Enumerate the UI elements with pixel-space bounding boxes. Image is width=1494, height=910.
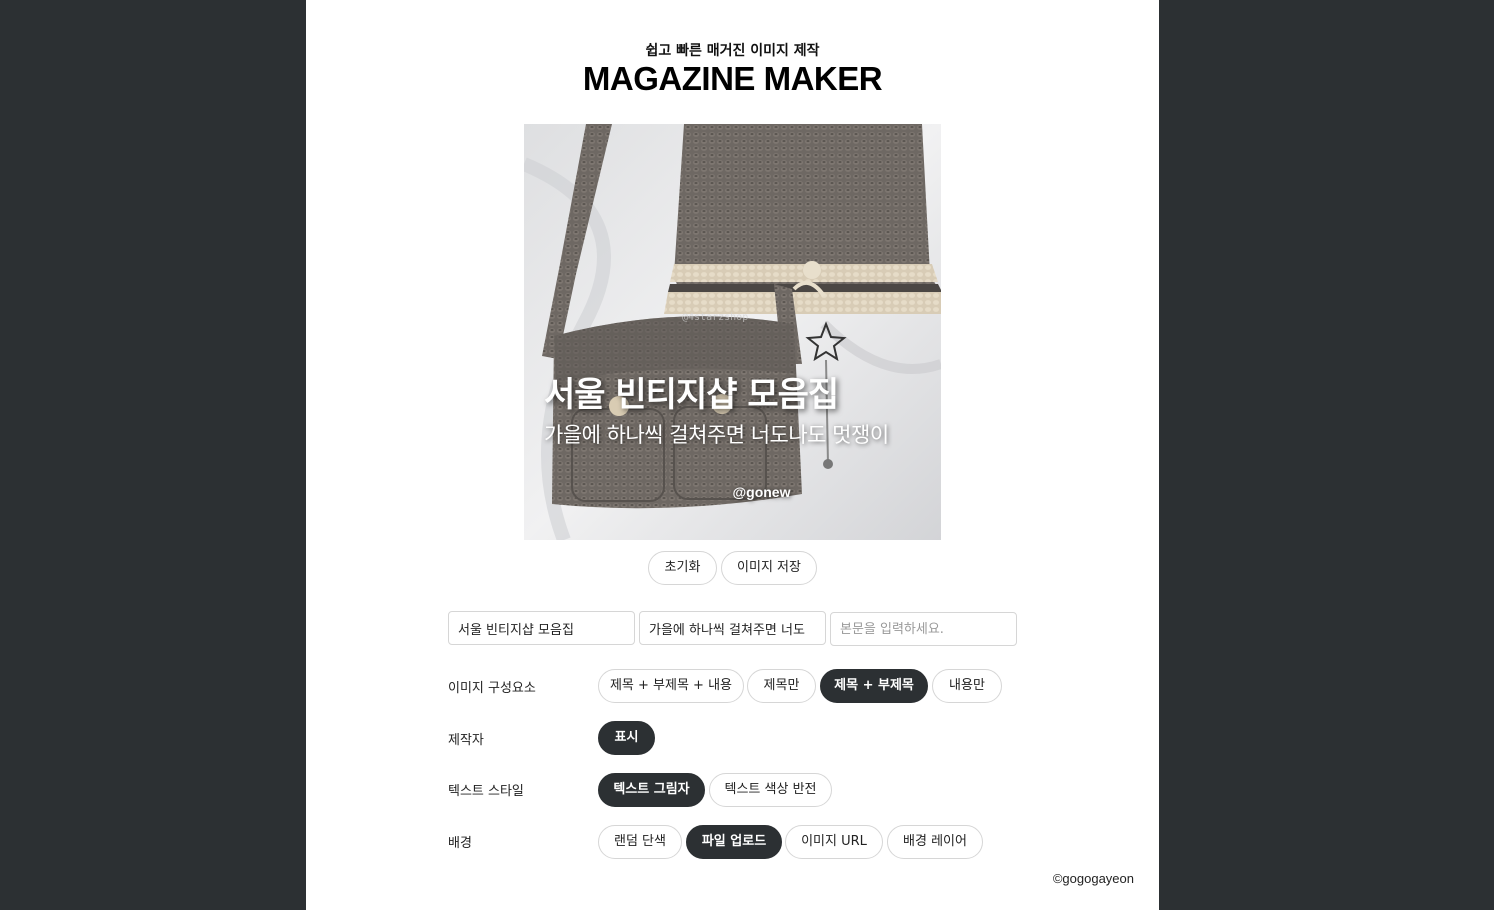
- background-label: 배경: [448, 836, 472, 851]
- preview-title: 서울 빈티지샵 모음집: [544, 375, 839, 415]
- author-label: 제작자: [448, 733, 484, 748]
- title-input[interactable]: [448, 611, 635, 645]
- app-panel: 쉽고 빠른 매거진 이미지 제작 MAGAZINE MAKER @4starzs…: [306, 0, 1159, 910]
- background-photo: [524, 124, 941, 540]
- magazine-preview: @4starzshop 서울 빈티지샵 모음집 가을에 하나씩 걸쳐주면 너도나…: [524, 124, 941, 540]
- text-shadow-option[interactable]: 텍스트 그림자: [598, 773, 705, 807]
- reset-button[interactable]: 초기화: [648, 551, 717, 585]
- preview-subtitle: 가을에 하나씩 걸쳐주면 너도나도 멋쟁이: [544, 423, 889, 447]
- author-show-toggle[interactable]: 표시: [598, 721, 655, 755]
- app-title: MAGAZINE MAKER: [582, 60, 883, 97]
- composition-option-title-subtitle-body[interactable]: 제목 + 부제목 + 내용: [598, 669, 744, 703]
- background-image-url-option[interactable]: 이미지 URL: [785, 825, 883, 859]
- subtitle-input[interactable]: [639, 611, 826, 645]
- app-subtitle: 쉽고 빠른 매거진 이미지 제작: [645, 43, 820, 59]
- text-style-label: 텍스트 스타일: [448, 784, 524, 799]
- photo-watermark: @4starzshop: [682, 312, 749, 323]
- composition-label: 이미지 구성요소: [448, 681, 536, 696]
- copyright-text: ©gogogayeon: [1052, 871, 1134, 886]
- background-layer-option[interactable]: 배경 레이어: [887, 825, 983, 859]
- composition-option-title-only[interactable]: 제목만: [747, 669, 816, 703]
- background-random-color-option[interactable]: 랜덤 단색: [598, 825, 682, 859]
- composition-option-body-only[interactable]: 내용만: [932, 669, 1002, 703]
- text-color-invert-option[interactable]: 텍스트 색상 반전: [709, 773, 832, 807]
- body-input[interactable]: [830, 612, 1017, 646]
- preview-author: @gonew: [732, 484, 791, 500]
- background-file-upload-option[interactable]: 파일 업로드: [686, 825, 782, 859]
- composition-option-title-subtitle[interactable]: 제목 + 부제목: [820, 669, 928, 703]
- save-image-button[interactable]: 이미지 저장: [721, 551, 817, 585]
